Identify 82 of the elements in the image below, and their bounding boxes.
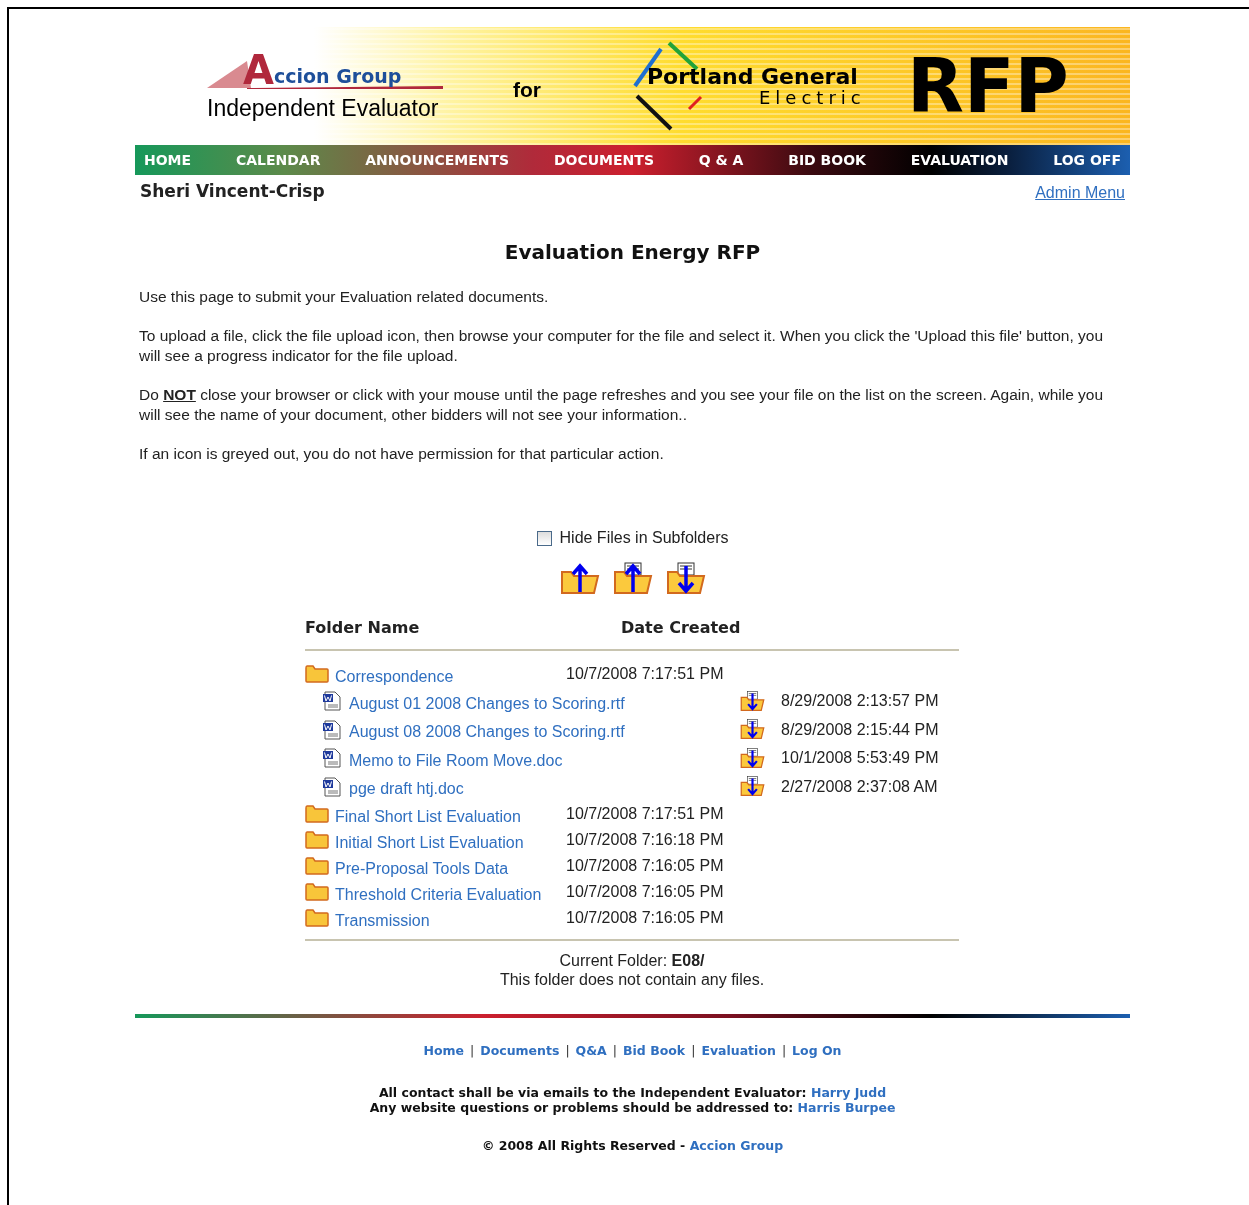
column-header: Folder Name [305, 617, 421, 639]
folder-link[interactable]: Threshold Criteria Evaluation [335, 882, 542, 907]
email-link[interactable]: Harris Burpee [797, 1099, 896, 1115]
empty-folder-message: This folder does not contain any files. [499, 970, 765, 990]
separator-text: | [565, 1042, 570, 1060]
rfp-title: RFP [907, 49, 1069, 123]
folder-link[interactable]: Pre-Proposal Tools Data [335, 856, 509, 881]
folder-icon [305, 665, 329, 683]
nav-link[interactable]: BID BOOK [788, 149, 866, 171]
date-cell-text: 8/29/2008 2:13:57 PM [781, 691, 939, 712]
download-file-icon[interactable] [665, 562, 706, 596]
nav-link[interactable]: ANNOUNCEMENTS [365, 149, 510, 171]
logo-text: ccion Group [273, 65, 402, 87]
separator-text: | [470, 1042, 475, 1060]
logo-initial: A [243, 51, 274, 89]
date-cell-text: 10/7/2008 7:16:18 PM [566, 830, 724, 850]
word-document-icon[interactable] [322, 748, 342, 769]
hide-files-label: Hide Files in Subfolders [559, 528, 729, 548]
download-file-icon[interactable] [740, 747, 765, 769]
nav-link[interactable]: Q & A [698, 149, 744, 171]
folder-link[interactable]: Initial Short List Evaluation [335, 830, 524, 855]
folder-link[interactable]: Transmission [335, 908, 430, 933]
folder-link[interactable]: Final Short List Evaluation [335, 804, 521, 829]
folder-icon [305, 831, 329, 849]
footer-link[interactable]: Home [423, 1042, 465, 1061]
folder-link[interactable]: Correspondence [335, 664, 454, 689]
date-cell-text: 10/7/2008 7:16:05 PM [566, 856, 724, 876]
footer-link[interactable]: Evaluation [701, 1042, 776, 1061]
file-link[interactable]: August 01 2008 Changes to Scoring.rtf [349, 691, 625, 716]
footer-link[interactable]: Log On [792, 1042, 842, 1061]
date-cell-text: 10/7/2008 7:17:51 PM [566, 804, 724, 824]
date-cell-text: 2/27/2008 2:37:08 AM [781, 776, 938, 797]
separator-text: | [781, 1042, 787, 1060]
hide-files-checkbox[interactable] [536, 530, 552, 546]
user-name: Sheri Vincent-Crisp [140, 180, 325, 203]
file-link[interactable]: August 08 2008 Changes to Scoring.rtf [349, 720, 625, 745]
instruction-text: Use this page to submit your Evaluation related documents. [139, 287, 550, 307]
upload-folder-icon[interactable] [559, 562, 600, 596]
word-document-icon[interactable] [322, 691, 342, 712]
footer-link[interactable]: Bid Book [623, 1042, 686, 1061]
date-cell-text: 10/7/2008 7:17:51 PM [566, 664, 724, 684]
nav-link[interactable]: LOG OFF [1053, 149, 1121, 171]
separator-text: | [612, 1042, 617, 1060]
folder-icon [305, 883, 329, 901]
for-text: for [513, 77, 541, 104]
logo-subtitle: Independent Evaluator [207, 95, 440, 121]
download-file-icon[interactable] [740, 690, 765, 712]
nav-link[interactable]: DOCUMENTS [553, 149, 654, 171]
folder-icon [305, 909, 329, 927]
date-cell-text: 10/7/2008 7:16:05 PM [566, 882, 724, 902]
nav-link[interactable]: CALENDAR [235, 149, 321, 171]
admin-menu-link[interactable]: Admin Menu [1035, 181, 1125, 205]
file-link[interactable]: pge draft htj.doc [349, 777, 464, 802]
client-subname: Electric [759, 89, 867, 107]
instruction-text: Do NOT close your browser or click with your mouse until the page refreshes and you see your file on the list on the screen. Again, while you will see the name of your document, other bidders will not see your information.. [139, 385, 1105, 425]
file-link[interactable]: Memo to File Room Move.doc [349, 748, 563, 773]
word-document-icon[interactable] [322, 776, 342, 797]
current-folder-text: Current Folder: E08/ [559, 951, 705, 971]
date-cell-text: 10/7/2008 7:16:05 PM [566, 908, 724, 928]
accion-group-link[interactable]: Accion Group [689, 1137, 784, 1153]
nav-link[interactable]: HOME [144, 149, 192, 171]
column-header: Date Created [621, 617, 741, 639]
folder-icon [305, 805, 329, 823]
date-cell-text: 8/29/2008 2:15:44 PM [781, 719, 939, 740]
folder-icon [305, 857, 329, 875]
date-cell-text: 10/1/2008 5:53:49 PM [781, 748, 939, 769]
upload-file-icon[interactable] [612, 562, 653, 596]
footer-link[interactable]: Q&A [575, 1042, 607, 1061]
instruction-text: To upload a file, click the file upload icon, then browse your computer for the file and select it. When you click the 'Upload this file' button, you will see a progress indicator for the file upload. [139, 326, 1104, 366]
download-file-icon[interactable] [740, 776, 765, 798]
instruction-text: If an icon is greyed out, you do not have permission for that particular action. [139, 444, 665, 464]
page-title: Evaluation Energy RFP [503, 239, 762, 266]
word-document-icon[interactable] [322, 719, 342, 740]
email-link[interactable]: Harry Judd [810, 1084, 887, 1100]
separator-text: | [691, 1042, 696, 1060]
footer-link[interactable]: Documents [480, 1042, 560, 1061]
copyright-text: © 2008 All Rights Reserved - Accion Group [481, 1136, 784, 1155]
contact-text: Any website questions or problems should be addressed to: Harris Burpee [369, 1099, 896, 1115]
contact-text: All contact shall be via emails to the Independent Evaluator: Harry Judd [378, 1084, 887, 1100]
client-name: Portland General [647, 65, 859, 89]
nav-link[interactable]: EVALUATION [910, 149, 1009, 171]
download-file-icon[interactable] [740, 719, 765, 741]
